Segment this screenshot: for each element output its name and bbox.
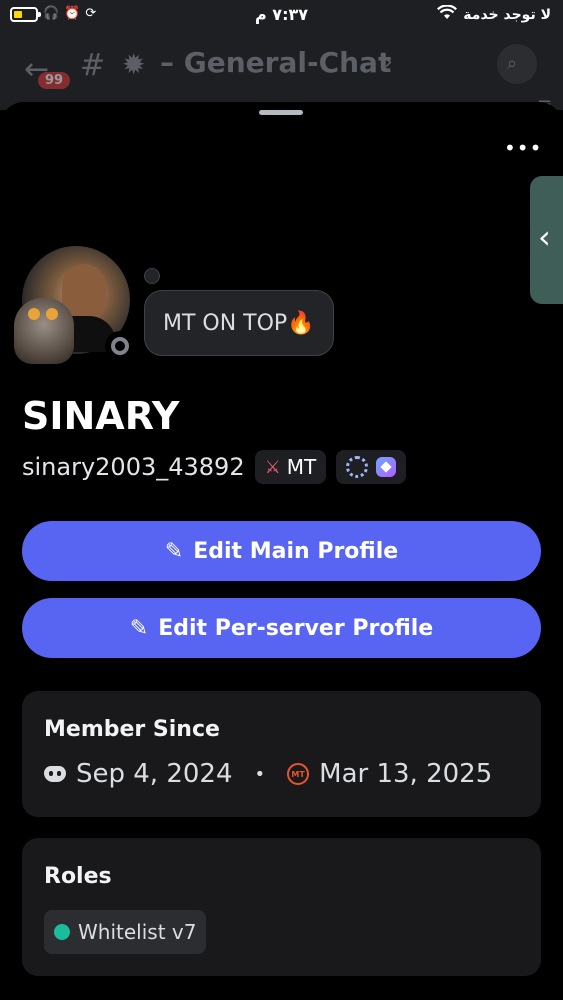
discord-icon xyxy=(44,766,66,782)
roles-title: Roles xyxy=(44,864,112,889)
discord-join-date: Sep 4, 2024 xyxy=(76,759,233,789)
edit-main-profile-label: Edit Main Profile xyxy=(193,538,399,564)
side-panel-tab[interactable]: ‹ xyxy=(530,176,563,304)
edit-server-profile-label: Edit Per-server Profile xyxy=(158,615,434,641)
member-since-card: Member Since Sep 4, 2024 • MT Mar 13, 20… xyxy=(22,691,541,817)
status-icons-right: لا توجد خدمة xyxy=(437,4,551,24)
role-name: Whitelist v7 xyxy=(78,920,197,944)
more-options-icon[interactable]: ••• xyxy=(504,136,542,160)
status-bar: 🎧 ⏰ ⟳ ٧:٣٧ م لا توجد خدمة xyxy=(0,0,563,30)
chevron-left-icon: ‹ xyxy=(538,218,551,256)
username-row: sinary2003_43892 ⚔ MT xyxy=(22,450,407,484)
role-pill[interactable]: Whitelist v7 xyxy=(44,910,207,954)
profile-sheet: ••• ‹ MT ON TOP🔥 SINARY sinary2003_43892… xyxy=(0,102,563,1000)
quest-badge-icon[interactable] xyxy=(376,457,397,477)
server-join-date: Mar 13, 2025 xyxy=(319,759,493,789)
pencil-icon: ✎ xyxy=(164,538,184,564)
carrier-label: لا توجد خدمة xyxy=(463,6,551,23)
status-bubble-tail xyxy=(144,268,160,284)
edit-server-profile-button[interactable]: ✎ Edit Per-server Profile xyxy=(22,598,541,658)
status-indicator xyxy=(105,331,135,361)
server-icon: MT xyxy=(287,763,310,785)
channel-hash-icon: # xyxy=(80,48,106,83)
server-tag-label: MT xyxy=(286,455,317,479)
search-icon: ⌕ xyxy=(507,53,518,74)
offline-status-icon xyxy=(111,337,129,355)
avatar-decoration xyxy=(14,298,74,364)
profile-badges[interactable] xyxy=(336,450,407,484)
chevron-right-icon: › xyxy=(384,50,393,75)
sword-icon: ⚔ xyxy=(264,456,281,478)
separator-dot: • xyxy=(254,763,266,785)
display-name: SINARY xyxy=(22,394,180,438)
member-since-title: Member Since xyxy=(44,717,220,742)
sheet-drag-handle[interactable] xyxy=(259,110,303,115)
roles-card: Roles Whitelist v7 xyxy=(22,838,541,976)
role-color-dot xyxy=(54,924,70,940)
channel-emoji-icon: ✹ xyxy=(122,48,146,81)
channel-title[interactable]: – General-Chat xyxy=(160,46,391,79)
member-since-row: Sep 4, 2024 • MT Mar 13, 2025 xyxy=(44,759,492,789)
unread-badge: 99 xyxy=(38,72,71,89)
wifi-icon xyxy=(437,4,458,24)
pencil-icon: ✎ xyxy=(129,615,149,641)
search-button[interactable]: ⌕ xyxy=(497,44,537,84)
server-tag[interactable]: ⚔ MT xyxy=(254,450,327,484)
custom-status-bubble[interactable]: MT ON TOP🔥 xyxy=(144,290,334,356)
active-developer-badge-icon[interactable] xyxy=(346,456,369,478)
username[interactable]: sinary2003_43892 xyxy=(22,453,245,481)
edit-main-profile-button[interactable]: ✎ Edit Main Profile xyxy=(22,521,541,581)
